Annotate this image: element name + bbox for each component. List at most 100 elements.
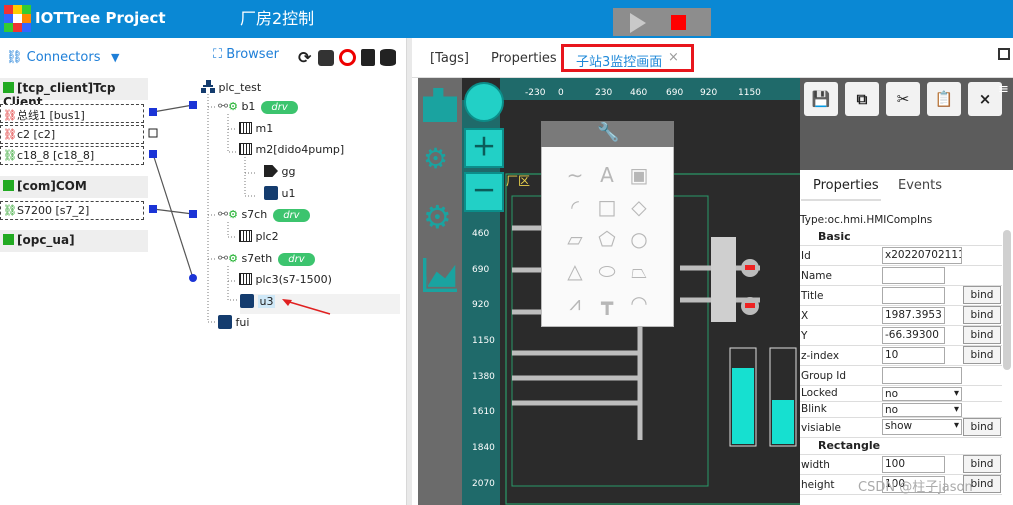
status-icon	[3, 180, 14, 191]
close-icon[interactable]: ×	[968, 82, 1002, 116]
ruler-label: 1150	[738, 88, 761, 98]
bind-button[interactable]: bind	[963, 418, 1001, 436]
group-input[interactable]	[882, 367, 962, 384]
ruler-label: 690	[666, 88, 684, 98]
tree-node-s7ch[interactable]: ⚯⚙ s7ch drv	[218, 207, 310, 227]
ruler-label: -230	[525, 88, 546, 98]
panel-divider[interactable]	[406, 38, 412, 505]
locked-select[interactable]: no	[882, 387, 962, 401]
tree-node-root[interactable]: plc_test	[201, 80, 261, 100]
bind-button[interactable]: bind	[963, 286, 1001, 304]
device-icon	[239, 230, 252, 242]
parallelogram-tool[interactable]: ▱	[560, 224, 590, 254]
ruler-label: 1840	[472, 443, 495, 453]
tab-tags[interactable]: [Tags]	[430, 51, 469, 66]
copy-icon[interactable]: ⧉	[845, 82, 879, 116]
rect-tool[interactable]: □	[592, 192, 622, 222]
gauge-tool[interactable]: ◠	[624, 288, 654, 318]
id-input[interactable]: x202207021113	[882, 247, 962, 264]
stop-icon[interactable]	[671, 15, 686, 30]
diamond-tool[interactable]: ◇	[624, 192, 654, 222]
bind-button[interactable]: bind	[963, 455, 1001, 473]
tree-node-plc2[interactable]: plc2	[239, 230, 279, 250]
ellipse-tool[interactable]: ⬭	[592, 256, 622, 286]
refresh-icon[interactable]: ⟳	[298, 48, 316, 67]
menu-icon[interactable]: ≡	[998, 82, 1009, 97]
database-icon[interactable]	[380, 49, 396, 66]
tree-node-u1[interactable]: u1	[264, 186, 295, 206]
app-logo	[4, 5, 31, 33]
curve-tool[interactable]: ∼	[560, 160, 590, 190]
bind-button[interactable]: bind	[963, 326, 1001, 344]
connector-item[interactable]: ⛓c2 [c2]	[0, 125, 144, 144]
x-input[interactable]: 1987.3953	[882, 307, 945, 324]
tree-node-m1[interactable]: m1	[239, 122, 273, 142]
visiable-select[interactable]: show	[882, 419, 962, 435]
prop-x: X 1987.3953 bind	[800, 306, 1002, 326]
name-input[interactable]	[882, 267, 945, 284]
crosshair-icon[interactable]	[464, 82, 504, 122]
tree-node-fui[interactable]: fui	[218, 315, 249, 335]
save-icon[interactable]: 💾	[804, 82, 838, 116]
circle-tool[interactable]: ○	[624, 224, 654, 254]
connector-group-com[interactable]: [com]COM	[0, 176, 148, 198]
tab-connectors[interactable]: ⛓ Connectors	[6, 50, 100, 65]
prop-name: Name	[800, 266, 1002, 286]
blink-select[interactable]: no	[882, 403, 962, 417]
tree-node-gg[interactable]: gg	[264, 165, 295, 185]
prop-group: Group Id	[800, 366, 1002, 386]
arc-tool[interactable]: ◜	[560, 192, 590, 222]
triangle-tool[interactable]: △	[560, 256, 590, 286]
title-input[interactable]	[882, 287, 945, 304]
bind-button[interactable]: bind	[963, 346, 1001, 364]
gears-icon[interactable]: ⚙	[423, 142, 457, 176]
window-icon[interactable]	[998, 48, 1010, 60]
chevron-down-icon[interactable]: ▼	[111, 51, 119, 64]
device-icon	[239, 122, 252, 134]
zoom-in-icon[interactable]: ＋	[464, 128, 504, 168]
text-tool[interactable]: A	[592, 160, 622, 190]
share-icon[interactable]	[318, 50, 334, 66]
cut-icon[interactable]: ✂	[886, 82, 920, 116]
pipe-tool[interactable]: ┳	[592, 288, 622, 318]
project-title: 厂房2控制	[240, 9, 315, 28]
tree-node-b1[interactable]: ⚯⚙ b1 drv	[218, 99, 298, 119]
prop-visiable: visiableshowbind	[800, 418, 1002, 438]
ruler-label: 2070	[472, 479, 495, 489]
prop-locked: Locked no	[800, 386, 1002, 402]
bind-button[interactable]: bind	[963, 306, 1001, 324]
ruler-label: 1610	[472, 407, 495, 417]
tab-properties[interactable]: Properties	[491, 51, 557, 66]
scrollbar[interactable]	[1003, 230, 1011, 370]
tab-props[interactable]: Properties	[813, 178, 879, 193]
polyline-tool[interactable]: ⩘	[560, 288, 590, 318]
wrench-icon: 🔧	[597, 122, 620, 143]
gear-icon[interactable]: ⚙	[423, 200, 457, 234]
connector-item[interactable]: ⛓S7200 [s7_2]	[0, 201, 144, 220]
connector-group-tcp[interactable]: [tcp_client]Tcp Client	[0, 78, 148, 109]
close-icon[interactable]: ×	[668, 50, 679, 65]
connector-group-opc[interactable]: [opc_ua]	[0, 230, 148, 252]
polygon-tool[interactable]: ⏢	[624, 256, 654, 286]
tree-node-m2[interactable]: m2[dido4pump]	[239, 143, 344, 163]
image-tool[interactable]: ▣	[624, 160, 654, 190]
tag-icon	[264, 165, 278, 177]
zoom-out-icon[interactable]: －	[464, 172, 504, 212]
run-control	[613, 8, 711, 36]
gear-icon: ⚙	[228, 252, 238, 265]
paste-icon[interactable]: 📋	[927, 82, 961, 116]
width-input[interactable]: 100	[882, 456, 945, 473]
tab-browser[interactable]: ⛶ Browser	[213, 47, 279, 62]
power-icon[interactable]	[339, 49, 356, 66]
document-icon[interactable]	[361, 49, 375, 66]
tree-node-plc3[interactable]: plc3(s7-1500)	[239, 273, 332, 293]
tab-events[interactable]: Events	[898, 178, 942, 193]
y-input[interactable]: -66.39300	[882, 327, 945, 344]
connector-item[interactable]: ⛓总线1 [bus1]	[0, 104, 144, 123]
play-icon[interactable]	[630, 13, 646, 33]
zindex-input[interactable]: 10	[882, 347, 945, 364]
connector-item[interactable]: ⛓c18_8 [c18_8]	[0, 146, 144, 165]
tree-node-s7eth[interactable]: ⚯⚙ s7eth drv	[218, 251, 315, 271]
pentagon-tool[interactable]: ⬠	[592, 224, 622, 254]
broken-link-icon: ⛓	[3, 109, 17, 122]
